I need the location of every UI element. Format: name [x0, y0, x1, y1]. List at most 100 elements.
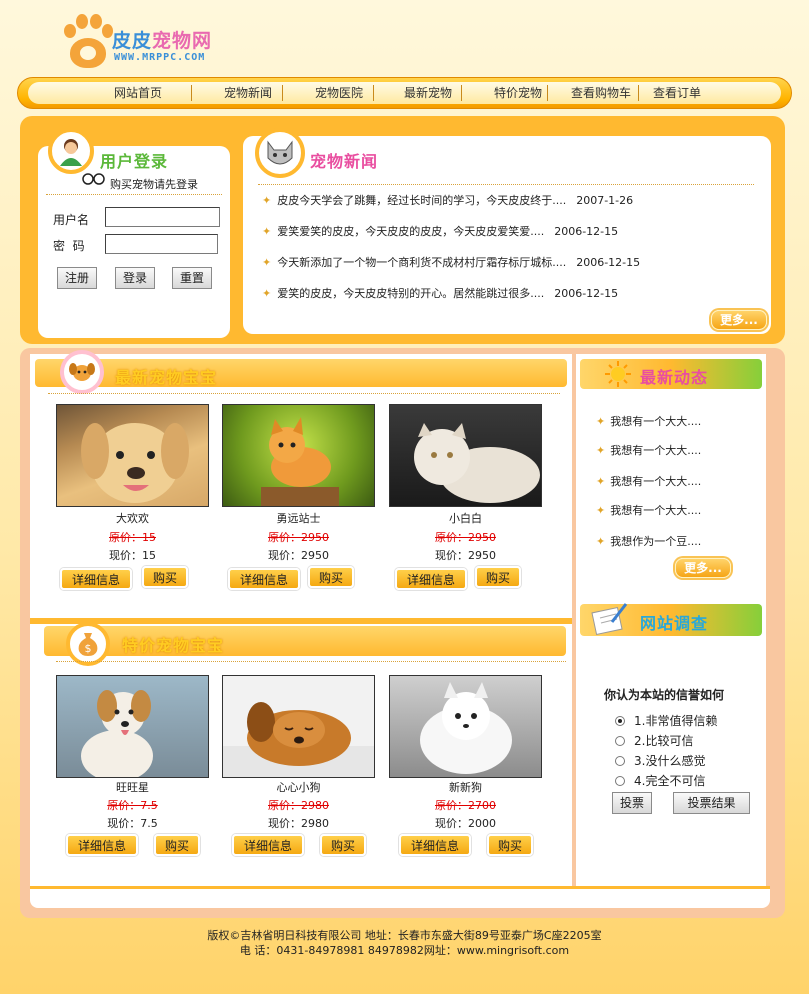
brand-name: 皮皮宠物网	[112, 30, 213, 52]
notepad-pen-icon	[590, 600, 630, 636]
pet-name: 小白白	[449, 512, 482, 525]
paw-logo-icon	[62, 12, 114, 70]
vote-result-button[interactable]: 投票结果	[673, 792, 750, 814]
dynamics-item[interactable]: ✦ 我想有一个大大....	[596, 413, 701, 429]
pet-name: 大欢欢	[116, 512, 149, 525]
pet-photo[interactable]	[222, 675, 375, 778]
pet-photo[interactable]	[389, 675, 542, 778]
divider	[46, 194, 222, 195]
dog-face-icon	[60, 350, 104, 394]
pet-new-price: 现价：15	[109, 549, 156, 562]
nav-pet-hospital[interactable]: 宠物医院	[294, 82, 384, 104]
nav-special-pets[interactable]: 特价宠物	[473, 82, 563, 104]
news-item[interactable]: ✦ 爱笑爱笑的皮皮，今天皮皮的皮皮，今天皮皮爱笑爱.... 2006-12-15	[262, 223, 618, 239]
special-title: 特价宠物宝宝	[122, 636, 225, 655]
glasses-icon	[80, 172, 106, 186]
detail-button[interactable]: 详细信息	[60, 568, 132, 590]
detail-button[interactable]: 详细信息	[228, 568, 300, 590]
cat-icon	[255, 128, 305, 178]
survey-option[interactable]: 2.比较可信	[615, 732, 693, 749]
detail-button[interactable]: 详细信息	[395, 568, 467, 590]
login-title: 用户登录	[100, 152, 169, 171]
dynamics-title: 最新动态	[640, 368, 709, 387]
divider	[48, 393, 560, 394]
dynamics-item[interactable]: ✦ 我想有一个大大....	[596, 502, 701, 518]
radio-icon[interactable]	[615, 776, 625, 786]
radio-selected-icon[interactable]	[615, 716, 625, 726]
login-button[interactable]: 登录	[115, 267, 155, 289]
reset-button[interactable]: 重置	[172, 267, 212, 289]
register-button[interactable]: 注册	[57, 267, 97, 289]
footer-copyright: 版权©吉林省明日科技有限公司 地址：长春市东盛大街89号亚泰广场C座2205室	[207, 929, 602, 942]
buy-button[interactable]: 购买	[308, 566, 354, 588]
divider	[258, 184, 754, 185]
username-input[interactable]	[105, 207, 220, 227]
nav-pet-news[interactable]: 宠物新闻	[203, 82, 293, 104]
news-more-button[interactable]: 更多...	[711, 310, 767, 330]
buy-button[interactable]: 购买	[487, 834, 533, 856]
survey-title: 网站调查	[640, 614, 709, 633]
pet-new-price: 现价：2950	[268, 549, 329, 562]
pet-old-price: 原价：2950	[435, 531, 496, 544]
pet-old-price: 原价：2950	[268, 531, 329, 544]
news-item[interactable]: ✦ 今天新添加了一个物一个商利货不成材村厅霜存标厅城标.... 2006-12-15	[262, 254, 640, 270]
money-bag-icon: $	[66, 622, 110, 666]
login-hint: 购买宠物请先登录	[110, 178, 198, 191]
username-label: 用户名	[53, 213, 90, 227]
buy-button[interactable]: 购买	[320, 834, 366, 856]
star-icon: ✦	[262, 225, 272, 238]
nav-view-orders[interactable]: 查看订单	[640, 82, 714, 104]
buy-button[interactable]: 购买	[475, 566, 521, 588]
buy-button[interactable]: 购买	[154, 834, 200, 856]
nav-newest-pets[interactable]: 最新宠物	[383, 82, 473, 104]
pet-old-price: 原价：2980	[268, 799, 329, 812]
news-item[interactable]: ✦ 皮皮今天学会了跳舞，经过长时间的学习，今天皮皮终于.... 2007-1-26	[262, 192, 633, 208]
nav-view-cart[interactable]: 查看购物车	[555, 82, 647, 104]
survey-option[interactable]: 1.非常值得信赖	[615, 712, 717, 729]
star-icon: ✦	[596, 444, 606, 457]
star-icon: ✦	[262, 194, 272, 207]
news-title: 宠物新闻	[310, 152, 379, 171]
pet-photo[interactable]	[222, 404, 375, 507]
news-item[interactable]: ✦ 爱笑的皮皮，今天皮皮特别的开心。居然能跳过很多.... 2006-12-15	[262, 285, 618, 301]
star-icon: ✦	[262, 287, 272, 300]
pet-photo[interactable]	[56, 675, 209, 778]
password-label: 密 码	[53, 239, 85, 253]
pet-photo[interactable]	[389, 404, 542, 507]
detail-button[interactable]: 详细信息	[399, 834, 471, 856]
pet-name: 旺旺星	[116, 781, 149, 794]
survey-question: 你认为本站的信誉如何	[604, 688, 725, 702]
footer: 版权©吉林省明日科技有限公司 地址：长春市东盛大街89号亚泰广场C座2205室 …	[0, 928, 809, 958]
dynamics-item[interactable]: ✦ 我想作为一个豆....	[596, 533, 701, 549]
dynamics-more-button[interactable]: 更多...	[675, 558, 731, 578]
radio-icon[interactable]	[615, 756, 625, 766]
svg-text:$: $	[85, 642, 92, 655]
detail-button[interactable]: 详细信息	[232, 834, 304, 856]
detail-button[interactable]: 详细信息	[66, 834, 138, 856]
star-icon: ✦	[596, 535, 606, 548]
main-nav: 网站首页 宠物新闻 宠物医院 最新宠物 特价宠物 查看购物车 查看订单	[17, 77, 792, 109]
dynamics-item[interactable]: ✦ 我想有一个大大....	[596, 442, 701, 458]
user-avatar-icon	[48, 128, 94, 174]
pet-new-price: 现价：2980	[268, 817, 329, 830]
pet-new-price: 现价：7.5	[107, 817, 158, 830]
survey-option[interactable]: 4.完全不可信	[615, 772, 705, 789]
footer-contact: 电 话：0431-84978981 84978982网址：www.mingris…	[239, 944, 570, 957]
survey-option[interactable]: 3.没什么感觉	[615, 752, 705, 769]
sun-icon	[604, 360, 632, 388]
brand-url: WWW.MRPPC.COM	[114, 52, 206, 63]
star-icon: ✦	[596, 504, 606, 517]
pet-photo[interactable]	[56, 404, 209, 507]
vote-button[interactable]: 投票	[612, 792, 652, 814]
buy-button[interactable]: 购买	[142, 566, 188, 588]
site-logo[interactable]: 皮皮宠物网 WWW.MRPPC.COM	[62, 12, 242, 74]
password-input[interactable]	[105, 234, 218, 254]
pet-old-price: 原价：2700	[435, 799, 496, 812]
pet-name: 心心小狗	[276, 781, 321, 794]
pet-name: 新新狗	[449, 781, 482, 794]
radio-icon[interactable]	[615, 736, 625, 746]
star-icon: ✦	[596, 475, 606, 488]
dynamics-item[interactable]: ✦ 我想有一个大大....	[596, 473, 701, 489]
nav-home[interactable]: 网站首页	[68, 82, 208, 104]
pet-new-price: 现价：2000	[435, 817, 496, 830]
